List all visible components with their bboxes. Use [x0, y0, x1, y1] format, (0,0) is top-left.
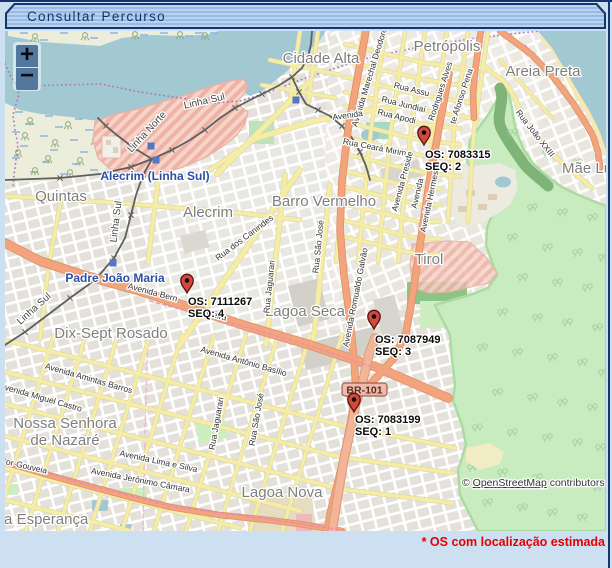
- svg-text:SEQ: 1: SEQ: 1: [355, 426, 391, 438]
- svg-text:Alecrim (Linha Sul): Alecrim (Linha Sul): [100, 169, 209, 183]
- svg-text:Alecrim: Alecrim: [183, 204, 233, 221]
- svg-text:da Esperança: da Esperança: [0, 511, 89, 528]
- svg-text:de Nazaré: de Nazaré: [30, 432, 99, 449]
- svg-text:SEQ: 4: SEQ: 4: [188, 308, 225, 320]
- svg-text:Lagoa Seca: Lagoa Seca: [265, 303, 346, 320]
- svg-text:Quintas: Quintas: [35, 188, 87, 205]
- svg-text:OS: 7111267: OS: 7111267: [188, 296, 252, 308]
- svg-text:© OpenStreetMap contributors: © OpenStreetMap contributors: [462, 477, 605, 489]
- svg-text:Tirol: Tirol: [415, 251, 444, 268]
- svg-text:Barro Vermelho: Barro Vermelho: [272, 193, 376, 210]
- svg-text:Petrópolis: Petrópolis: [414, 38, 481, 55]
- svg-text:SEQ: 2: SEQ: 2: [425, 161, 461, 173]
- svg-text:OS: 7087949: OS: 7087949: [375, 334, 440, 346]
- svg-text:Mãe Lu: Mãe Lu: [562, 160, 612, 177]
- svg-text:SEQ: 3: SEQ: 3: [375, 346, 411, 358]
- svg-text:Lagoa Nova: Lagoa Nova: [242, 484, 324, 501]
- svg-text:OS: 7083315: OS: 7083315: [425, 149, 490, 161]
- svg-text:Dix-Sept Rosado: Dix-Sept Rosado: [54, 325, 167, 342]
- svg-text:Padre João Maria: Padre João Maria: [65, 271, 165, 285]
- svg-text:Nossa Senhora: Nossa Senhora: [13, 415, 117, 432]
- svg-text:Cidade Alta: Cidade Alta: [283, 50, 360, 67]
- svg-text:Areia Preta: Areia Preta: [505, 63, 581, 80]
- svg-text:OS: 7083199: OS: 7083199: [355, 414, 420, 426]
